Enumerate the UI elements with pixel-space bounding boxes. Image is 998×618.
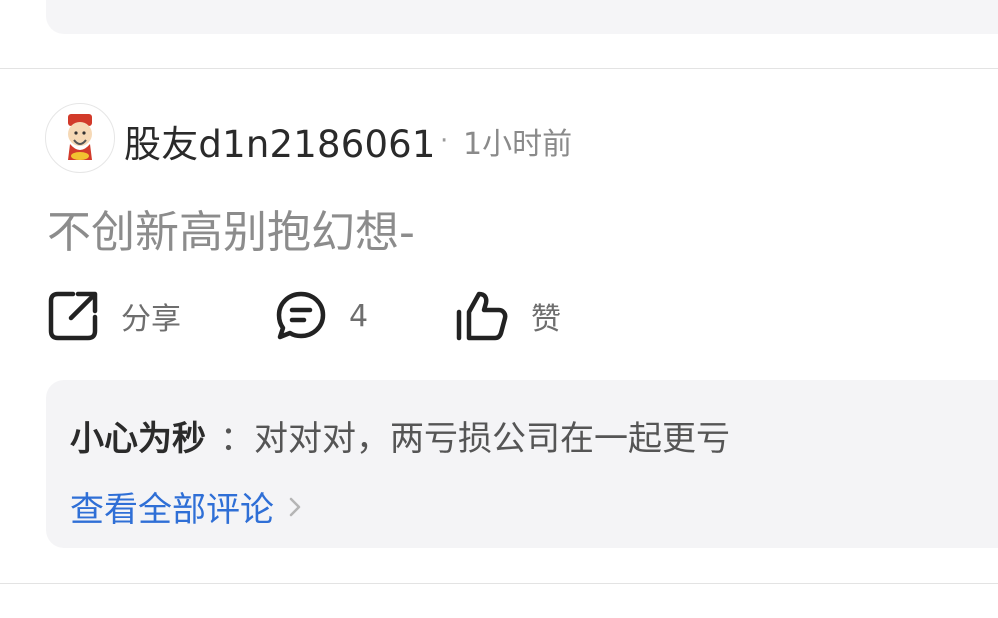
avatar-god-of-wealth-icon	[68, 114, 92, 160]
share-button[interactable]: 分享	[47, 290, 181, 342]
view-all-comments-link[interactable]: 查看全部评论	[70, 482, 302, 531]
thumbs-up-icon	[456, 291, 508, 341]
post-username[interactable]: 股友d1n2186061	[124, 114, 436, 168]
comment-text: ：对对对，两亏损公司在一起更亏	[220, 419, 730, 459]
previous-comment-card	[46, 0, 998, 34]
post-content[interactable]: 不创新高别抱幻想-	[47, 196, 415, 260]
post-timestamp: 1小时前	[463, 127, 573, 162]
comment-preview-line[interactable]: 小心为秒 ：对对对，两亏损公司在一起更亏	[70, 411, 730, 460]
comment-button[interactable]: 4	[275, 290, 368, 342]
chevron-right-icon	[289, 497, 301, 516]
meta-separator: ·	[440, 126, 449, 156]
post-divider-bottom	[0, 583, 998, 584]
avatar[interactable]	[45, 103, 115, 173]
view-all-comments-label: 查看全部评论	[70, 490, 274, 530]
share-icon	[48, 291, 98, 341]
comment-icon	[276, 291, 326, 340]
like-label: 赞	[531, 302, 561, 337]
comment-author[interactable]: 小心为秒	[70, 419, 206, 459]
like-button[interactable]: 赞	[455, 290, 561, 342]
post-divider-top	[0, 68, 998, 69]
share-label: 分享	[121, 302, 181, 337]
comment-count: 4	[349, 298, 369, 334]
